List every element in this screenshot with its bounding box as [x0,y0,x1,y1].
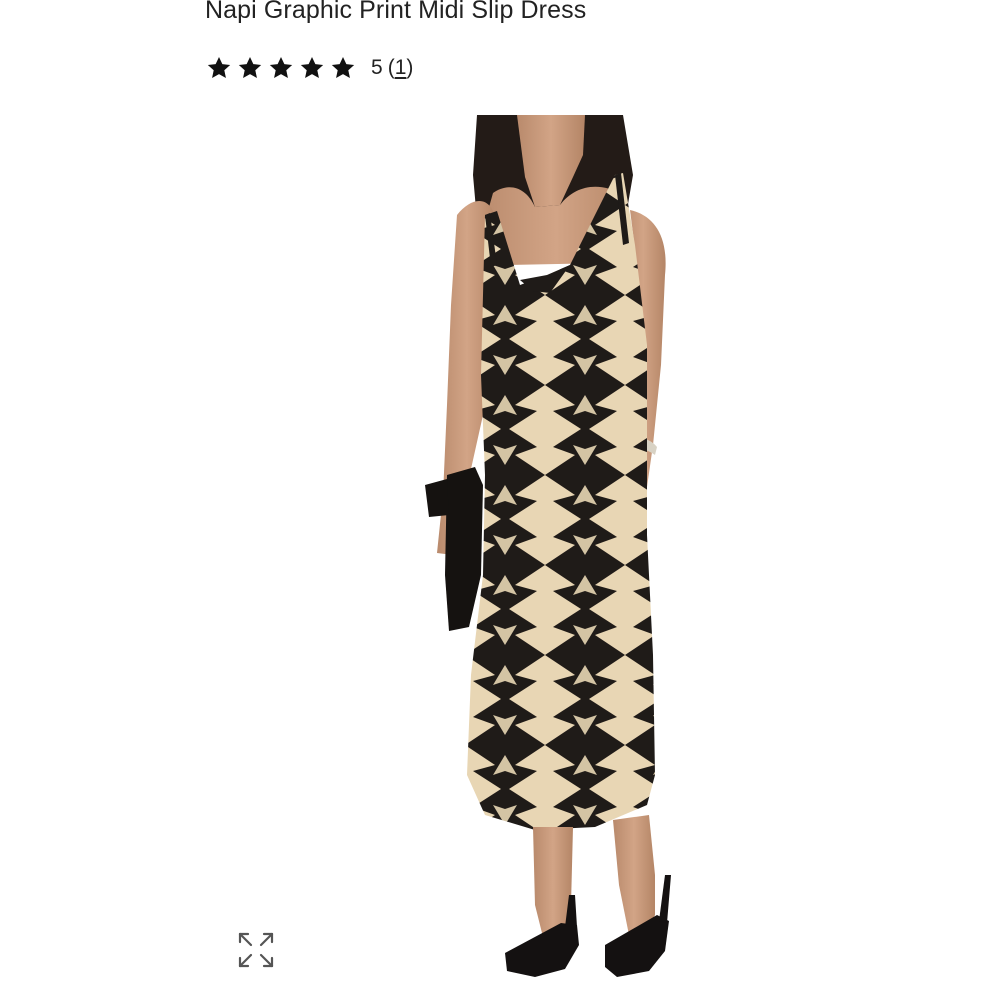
product-photo [425,115,671,977]
review-count-open: ( [387,56,395,79]
expand-arrows-icon [238,932,274,968]
product-image[interactable] [385,115,915,1000]
expand-image-button[interactable] [234,928,278,972]
star-icon [238,56,262,78]
star-icon [269,56,293,78]
star-icon [207,56,231,78]
rating-summary: 5 (1) [206,53,413,83]
star-rating [206,55,356,81]
review-count-close: ) [406,56,414,79]
review-count-number: 1 [394,56,407,79]
star-icon [300,56,324,78]
product-title: Napi Graphic Print Midi Slip Dress [205,0,587,24]
star-icon [331,56,355,78]
rating-value: 5 [371,56,383,79]
review-count-link[interactable]: (1) [388,56,414,80]
